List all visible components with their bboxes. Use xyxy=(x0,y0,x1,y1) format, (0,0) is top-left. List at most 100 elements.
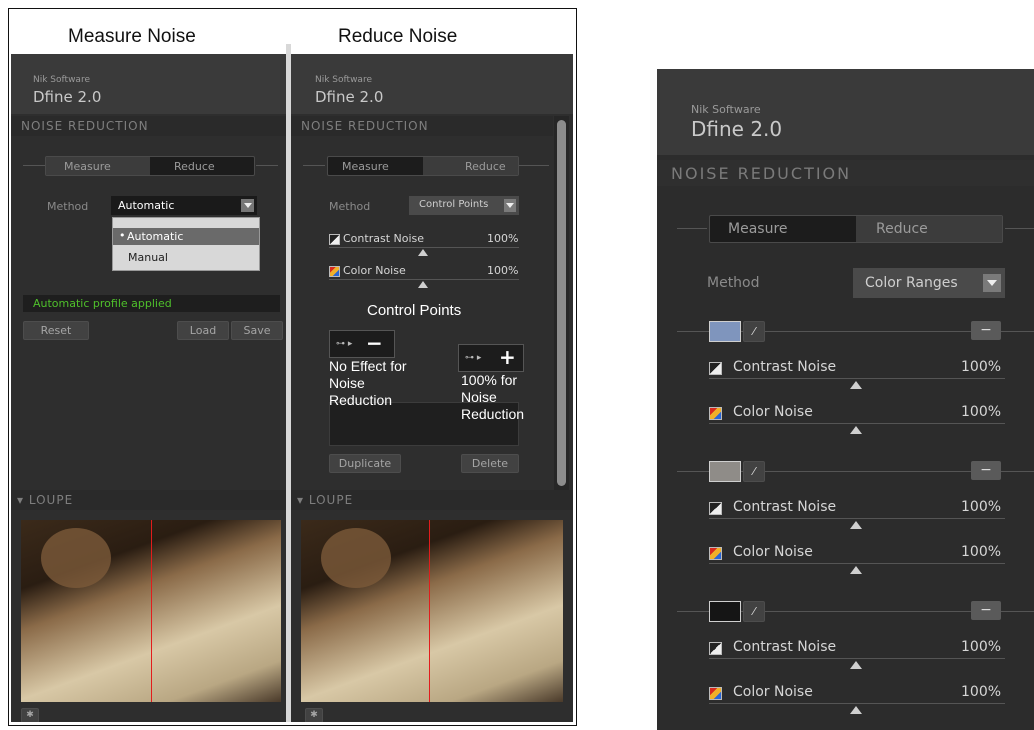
eyedropper-icon[interactable]: ⁄ xyxy=(743,601,765,622)
tab-measure[interactable]: Measure xyxy=(46,157,150,175)
loupe-title: ▾ LOUPE xyxy=(17,493,74,507)
color-noise-value: 100% xyxy=(487,264,519,277)
vertical-scrollbar[interactable] xyxy=(554,116,569,490)
brand-company: Nik Software xyxy=(33,75,90,85)
contrast-noise-value: 100% xyxy=(487,232,519,245)
loupe-pin-icon[interactable]: ✱ xyxy=(21,708,39,722)
contrast-noise-value: 100% xyxy=(961,639,1002,655)
contrast-noise-value: 100% xyxy=(961,359,1002,375)
color-noise-value: 100% xyxy=(961,544,1002,560)
measure-reduce-toggle: Measure Reduce xyxy=(45,156,255,176)
reset-button[interactable]: Reset xyxy=(23,321,89,340)
eyedropper-icon[interactable]: ⁄ xyxy=(743,321,765,342)
loupe-preview xyxy=(21,520,281,702)
remove-range-button[interactable]: − xyxy=(971,321,1001,340)
contrast-noise-icon xyxy=(709,362,722,375)
color-noise-value: 100% xyxy=(961,404,1002,420)
color-range-swatch[interactable] xyxy=(709,461,741,482)
chevron-down-icon xyxy=(241,199,254,212)
color-noise-label: Color Noise xyxy=(733,404,813,420)
plus-icon: + xyxy=(499,345,516,369)
color-range-swatch[interactable] xyxy=(709,321,741,342)
color-noise-slider[interactable] xyxy=(850,706,862,714)
plus-caption: 100% for Noise Reduction xyxy=(461,372,525,422)
noise-reduction-header[interactable]: NOISE REDUCTION xyxy=(291,116,553,136)
noise-reduction-title: NOISE REDUCTION xyxy=(21,119,149,133)
contrast-noise-icon xyxy=(709,502,722,515)
duplicate-button[interactable]: Duplicate xyxy=(329,454,401,473)
chevron-down-icon xyxy=(504,199,516,212)
add-minus-control-point-button[interactable]: ⊶ ▸ − xyxy=(329,330,395,358)
method-dropdown[interactable]: Control Points xyxy=(409,196,519,215)
color-noise-icon xyxy=(709,547,722,560)
loupe-preview xyxy=(301,520,563,702)
tab-reduce[interactable]: Reduce xyxy=(423,157,518,175)
contrast-noise-slider[interactable] xyxy=(850,381,862,389)
remove-range-button[interactable]: − xyxy=(971,601,1001,620)
key-icon: ⊶ ▸ xyxy=(465,353,482,363)
color-noise-icon xyxy=(329,266,340,277)
load-button[interactable]: Load xyxy=(177,321,229,340)
noise-reduction-header[interactable]: NOISE REDUCTION xyxy=(11,116,286,136)
status-text: Automatic profile applied xyxy=(33,297,172,310)
save-button[interactable]: Save xyxy=(231,321,283,340)
method-dropdown[interactable]: Color Ranges xyxy=(853,268,1005,298)
brand-product: Dfine 2.0 xyxy=(691,117,783,141)
minus-caption: No Effect for Noise Reduction xyxy=(329,358,407,408)
noise-reduction-header[interactable]: NOISE REDUCTION xyxy=(657,160,1034,186)
eyedropper-icon[interactable]: ⁄ xyxy=(743,461,765,482)
brand-company: Nik Software xyxy=(691,103,761,116)
measure-panel: Nik Software Dfine 2.0 NOISE REDUCTION M… xyxy=(11,54,286,722)
measure-reduce-toggle: Measure Reduce xyxy=(709,215,1003,243)
reduce-noise-caption: Reduce Noise xyxy=(338,26,458,47)
method-dropdown[interactable]: Automatic xyxy=(111,196,257,215)
color-noise-slider[interactable] xyxy=(850,566,862,574)
color-noise-icon xyxy=(709,407,722,420)
method-options-menu: • Automatic Manual xyxy=(112,217,260,271)
measure-noise-caption: Measure Noise xyxy=(68,26,196,47)
color-range-swatch[interactable] xyxy=(709,601,741,622)
color-ranges-panel: Nik Software Dfine 2.0 NOISE REDUCTION M… xyxy=(657,69,1034,730)
remove-range-button[interactable]: − xyxy=(971,461,1001,480)
contrast-noise-slider[interactable] xyxy=(850,661,862,669)
measure-reduce-toggle: Measure Reduce xyxy=(327,156,519,176)
color-noise-slider[interactable] xyxy=(850,426,862,434)
contrast-noise-label: Contrast Noise xyxy=(343,232,425,245)
control-points-title: Control Points xyxy=(367,302,462,319)
delete-button[interactable]: Delete xyxy=(461,454,519,473)
color-noise-slider[interactable] xyxy=(418,281,428,288)
option-manual[interactable]: Manual xyxy=(128,251,168,264)
contrast-noise-label: Contrast Noise xyxy=(733,359,837,375)
color-noise-label: Color Noise xyxy=(733,684,813,700)
tab-measure[interactable]: Measure xyxy=(710,216,856,242)
color-noise-label: Color Noise xyxy=(343,264,406,277)
contrast-noise-icon xyxy=(329,234,340,245)
brand-product: Dfine 2.0 xyxy=(33,88,102,106)
contrast-noise-slider[interactable] xyxy=(850,521,862,529)
color-noise-value: 100% xyxy=(961,684,1002,700)
loupe-pin-icon[interactable]: ✱ xyxy=(305,708,323,722)
method-label: Method xyxy=(47,200,89,213)
chevron-down-icon xyxy=(983,274,1001,292)
loupe-header[interactable]: ▾ LOUPE xyxy=(11,490,286,510)
contrast-noise-value: 100% xyxy=(961,499,1002,515)
contrast-noise-label: Contrast Noise xyxy=(733,499,837,515)
tab-measure[interactable]: Measure xyxy=(328,157,423,175)
contrast-noise-slider[interactable] xyxy=(418,249,428,256)
contrast-noise-icon xyxy=(709,642,722,655)
brand-product: Dfine 2.0 xyxy=(315,88,384,106)
reduce-panel: Nik Software Dfine 2.0 NOISE REDUCTION M… xyxy=(291,54,573,722)
brand-company: Nik Software xyxy=(315,75,372,85)
contrast-noise-label: Contrast Noise xyxy=(733,639,837,655)
color-noise-icon xyxy=(709,687,722,700)
key-icon: ⊶ ▸ xyxy=(336,339,353,349)
method-label: Method xyxy=(329,200,371,213)
tab-reduce[interactable]: Reduce xyxy=(150,157,254,175)
color-noise-label: Color Noise xyxy=(733,544,813,560)
status-bar: Automatic profile applied xyxy=(23,295,280,312)
add-plus-control-point-button[interactable]: ⊶ ▸ + xyxy=(458,344,524,372)
tab-reduce[interactable]: Reduce xyxy=(856,216,1002,242)
option-automatic[interactable]: • Automatic xyxy=(113,228,259,245)
method-label: Method xyxy=(707,275,760,291)
loupe-header[interactable]: ▾ LOUPE xyxy=(291,490,573,510)
